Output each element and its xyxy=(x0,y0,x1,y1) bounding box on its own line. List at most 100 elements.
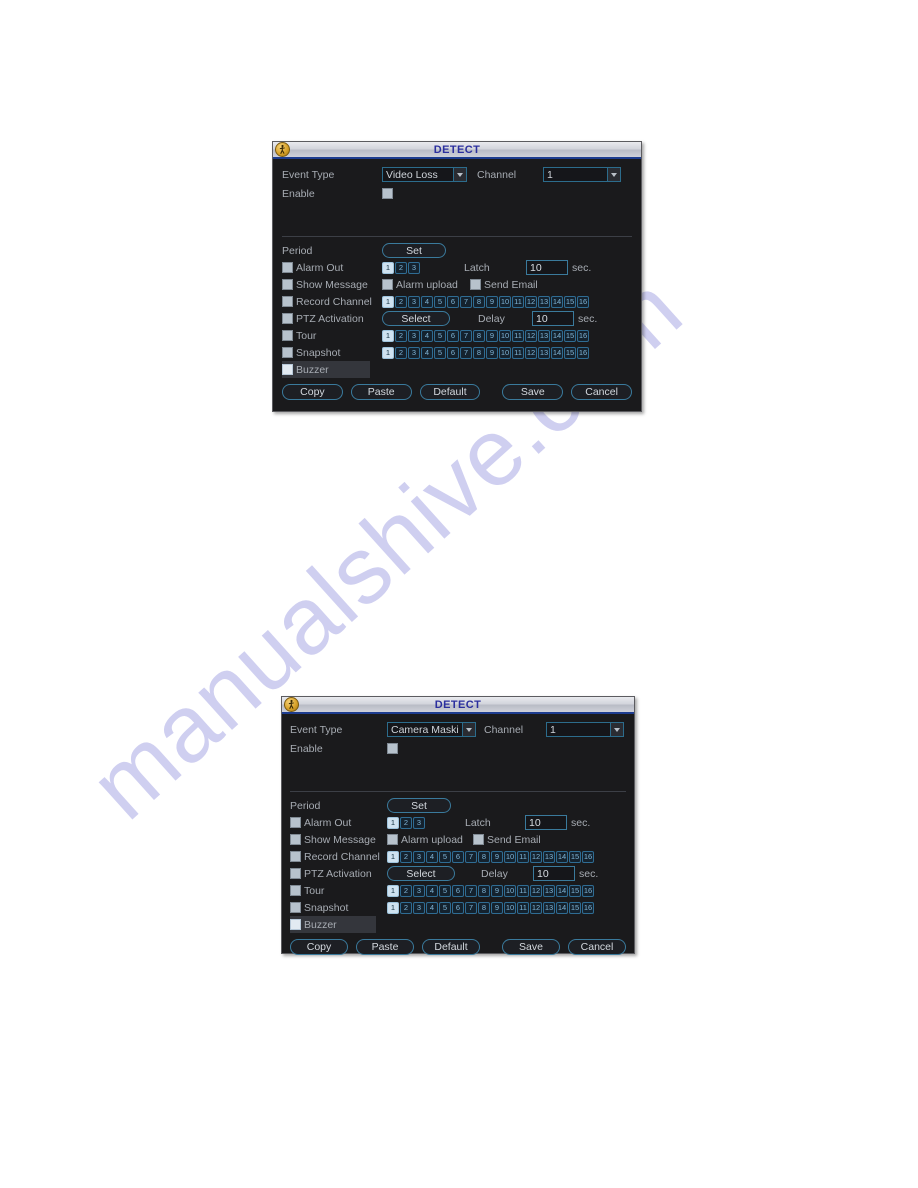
tour-checkbox[interactable] xyxy=(290,885,301,896)
record-channel-box-4[interactable]: 4 xyxy=(426,850,438,863)
ptz-select-button[interactable]: Select xyxy=(387,866,455,881)
snapshot-box-11[interactable]: 11 xyxy=(512,346,524,359)
record-channel-checkbox[interactable] xyxy=(282,296,293,307)
record-channel-box-1[interactable]: 1 xyxy=(387,850,399,863)
alarm-upload-checkbox[interactable] xyxy=(382,279,393,290)
alarm-out-box-1[interactable]: 1 xyxy=(382,261,394,274)
show-message-option[interactable]: Show Message xyxy=(282,279,382,291)
snapshot-option[interactable]: Snapshot xyxy=(282,347,382,359)
tour-box-3[interactable]: 3 xyxy=(408,329,420,342)
send-email-checkbox[interactable] xyxy=(470,279,481,290)
snapshot-box-6[interactable]: 6 xyxy=(452,901,464,914)
tour-box-15[interactable]: 15 xyxy=(564,329,576,342)
record-channel-box-3[interactable]: 3 xyxy=(408,295,420,308)
chevron-down-icon[interactable] xyxy=(610,723,623,736)
period-set-button[interactable]: Set xyxy=(387,798,451,813)
snapshot-box-16[interactable]: 16 xyxy=(582,901,594,914)
tour-box-1[interactable]: 1 xyxy=(382,329,394,342)
tour-box-7[interactable]: 7 xyxy=(460,329,472,342)
snapshot-box-7[interactable]: 7 xyxy=(465,901,477,914)
chevron-down-icon[interactable] xyxy=(453,168,466,181)
tour-option[interactable]: Tour xyxy=(282,330,382,342)
tour-box-16[interactable]: 16 xyxy=(582,884,594,897)
snapshot-box-1[interactable]: 1 xyxy=(382,346,394,359)
snapshot-box-4[interactable]: 4 xyxy=(421,346,433,359)
record-channel-box-12[interactable]: 12 xyxy=(525,295,537,308)
snapshot-option[interactable]: Snapshot xyxy=(290,902,387,914)
enable-checkbox[interactable] xyxy=(382,188,393,199)
record-channel-box-15[interactable]: 15 xyxy=(564,295,576,308)
record-channel-box-16[interactable]: 16 xyxy=(577,295,589,308)
cancel-button[interactable]: Cancel xyxy=(568,939,626,955)
snapshot-box-7[interactable]: 7 xyxy=(460,346,472,359)
tour-box-8[interactable]: 8 xyxy=(473,329,485,342)
alarm-out-option[interactable]: Alarm Out xyxy=(282,262,382,274)
cancel-button[interactable]: Cancel xyxy=(571,384,632,400)
latch-input[interactable]: 10 xyxy=(525,815,567,830)
record-channel-box-5[interactable]: 5 xyxy=(439,850,451,863)
snapshot-box-11[interactable]: 11 xyxy=(517,901,529,914)
snapshot-box-15[interactable]: 15 xyxy=(569,901,581,914)
snapshot-box-8[interactable]: 8 xyxy=(478,901,490,914)
tour-box-6[interactable]: 6 xyxy=(452,884,464,897)
tour-box-12[interactable]: 12 xyxy=(525,329,537,342)
snapshot-box-1[interactable]: 1 xyxy=(387,901,399,914)
record-channel-box-1[interactable]: 1 xyxy=(382,295,394,308)
event-type-select[interactable]: Camera Maski xyxy=(387,722,476,737)
save-button[interactable]: Save xyxy=(502,384,564,400)
tour-box-11[interactable]: 11 xyxy=(512,329,524,342)
record-channel-box-4[interactable]: 4 xyxy=(421,295,433,308)
delay-input[interactable]: 10 xyxy=(533,866,575,881)
tour-box-9[interactable]: 9 xyxy=(491,884,503,897)
tour-box-2[interactable]: 2 xyxy=(400,884,412,897)
buzzer-option[interactable]: Buzzer xyxy=(282,364,382,376)
snapshot-channel-strip[interactable]: 1 2 3 4 5 6 7 8 9 10 11 12 13 14 15 16 xyxy=(387,901,594,914)
tour-box-8[interactable]: 8 xyxy=(478,884,490,897)
alarm-out-box-2[interactable]: 2 xyxy=(395,261,407,274)
record-channel-box-3[interactable]: 3 xyxy=(413,850,425,863)
record-channel-box-2[interactable]: 2 xyxy=(395,295,407,308)
snapshot-box-5[interactable]: 5 xyxy=(439,901,451,914)
snapshot-checkbox[interactable] xyxy=(290,902,301,913)
tour-box-5[interactable]: 5 xyxy=(434,329,446,342)
tour-box-16[interactable]: 16 xyxy=(577,329,589,342)
tour-box-15[interactable]: 15 xyxy=(569,884,581,897)
tour-box-10[interactable]: 10 xyxy=(504,884,516,897)
snapshot-box-9[interactable]: 9 xyxy=(486,346,498,359)
alarm-out-option[interactable]: Alarm Out xyxy=(290,817,387,829)
record-channel-box-6[interactable]: 6 xyxy=(447,295,459,308)
snapshot-box-16[interactable]: 16 xyxy=(577,346,589,359)
show-message-checkbox[interactable] xyxy=(290,834,301,845)
tour-option[interactable]: Tour xyxy=(290,885,387,897)
ptz-select-button[interactable]: Select xyxy=(382,311,450,326)
ptz-activation-checkbox[interactable] xyxy=(290,868,301,879)
alarm-out-box-2[interactable]: 2 xyxy=(400,816,412,829)
chevron-down-icon[interactable] xyxy=(462,723,475,736)
tour-box-10[interactable]: 10 xyxy=(499,329,511,342)
send-email-option[interactable]: Send Email xyxy=(470,279,538,291)
alarm-out-box-1[interactable]: 1 xyxy=(387,816,399,829)
channel-select[interactable]: 1 xyxy=(543,167,621,182)
record-channel-checkbox[interactable] xyxy=(290,851,301,862)
default-button[interactable]: Default xyxy=(422,939,480,955)
tour-box-13[interactable]: 13 xyxy=(543,884,555,897)
alarm-out-box-3[interactable]: 3 xyxy=(408,261,420,274)
alarm-upload-option[interactable]: Alarm upload xyxy=(387,834,473,846)
alarm-upload-option[interactable]: Alarm upload xyxy=(382,279,470,291)
snapshot-box-3[interactable]: 3 xyxy=(413,901,425,914)
snapshot-box-5[interactable]: 5 xyxy=(434,346,446,359)
snapshot-box-8[interactable]: 8 xyxy=(473,346,485,359)
record-channel-box-12[interactable]: 12 xyxy=(530,850,542,863)
alarm-out-box-3[interactable]: 3 xyxy=(413,816,425,829)
snapshot-box-13[interactable]: 13 xyxy=(538,346,550,359)
tour-box-5[interactable]: 5 xyxy=(439,884,451,897)
send-email-option[interactable]: Send Email xyxy=(473,834,570,846)
event-type-select[interactable]: Video Loss xyxy=(382,167,467,182)
enable-checkbox[interactable] xyxy=(387,743,398,754)
record-channel-box-7[interactable]: 7 xyxy=(460,295,472,308)
tour-box-14[interactable]: 14 xyxy=(556,884,568,897)
record-channel-box-9[interactable]: 9 xyxy=(491,850,503,863)
record-channel-option[interactable]: Record Channel xyxy=(290,851,387,863)
snapshot-box-10[interactable]: 10 xyxy=(499,346,511,359)
record-channel-strip[interactable]: 1 2 3 4 5 6 7 8 9 10 11 12 13 14 15 16 xyxy=(382,295,589,308)
